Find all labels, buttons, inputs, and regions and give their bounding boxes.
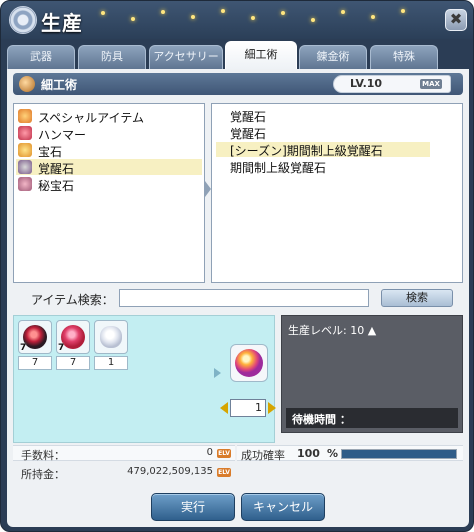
search-label: アイテム検索： xyxy=(31,293,114,307)
section-title: 細工術 xyxy=(41,78,78,92)
tab-armor[interactable]: 防具 xyxy=(78,45,146,69)
window-title: 生産 xyxy=(41,11,83,35)
success-rate-unit: % xyxy=(327,447,339,460)
close-button[interactable]: ✖ xyxy=(445,9,467,31)
tab-alchemy[interactable]: 錬金術 xyxy=(299,45,367,69)
production-level: 生産レベル: 10 ▲ xyxy=(288,324,377,337)
title-bar[interactable]: 生産 ✖ xyxy=(1,1,473,39)
category-item-special[interactable]: スペシャルアイテム xyxy=(16,108,202,125)
secret-gem-icon xyxy=(18,177,32,191)
gear-icon xyxy=(9,6,37,34)
elv-currency-icon: ELV xyxy=(217,449,231,458)
category-label: スペシャルアイテム xyxy=(38,111,144,125)
gem-icon xyxy=(18,143,32,157)
tab-bar: 武器 防具 アクセサリー 細工術 錬金術 特殊 xyxy=(7,41,469,69)
max-badge: MAX xyxy=(420,79,442,89)
category-item-hammer[interactable]: ハンマー xyxy=(16,125,202,142)
quantity-increase-button[interactable] xyxy=(268,402,276,414)
category-item-gem[interactable]: 宝石 xyxy=(16,142,202,159)
quantity-decrease-button[interactable] xyxy=(220,402,228,414)
tab-accessories[interactable]: アクセサリー xyxy=(149,45,223,69)
material-slot[interactable]: 7 xyxy=(56,320,90,354)
success-rate-row: 成功確率 100 % xyxy=(237,445,463,462)
category-label: 宝石 xyxy=(38,145,63,159)
elv-currency-icon: ELV xyxy=(217,468,231,477)
cancel-button[interactable]: キャンセル xyxy=(241,493,325,521)
material-count: 7 xyxy=(18,356,52,370)
success-rate-label: 成功確率 xyxy=(241,449,285,462)
material-count: 1 xyxy=(94,356,128,370)
fee-label: 手数料： xyxy=(21,449,65,462)
fee-row: 手数料： 0 ELV xyxy=(13,445,235,462)
level-indicator: LV.10 MAX xyxy=(333,75,451,93)
category-label: 覚醒石 xyxy=(38,162,75,176)
arrow-right-icon xyxy=(214,368,221,378)
result-item-selected[interactable]: [シーズン]期間制上級覚醒石 xyxy=(216,142,430,158)
success-rate-value: 100 xyxy=(297,447,320,460)
star-icon xyxy=(18,109,32,123)
money-label: 所持金： xyxy=(21,468,65,481)
white-item-icon xyxy=(100,326,122,348)
result-item[interactable]: 期間制上級覚醒石 xyxy=(216,159,430,175)
tab-weapons[interactable]: 武器 xyxy=(7,45,75,69)
result-list[interactable]: 覚醒石 覚醒石 [シーズン]期間制上級覚醒石 期間制上級覚醒石 xyxy=(211,103,463,283)
level-text: LV.10 xyxy=(350,77,383,90)
success-rate-bar xyxy=(341,449,457,459)
tab-crafting[interactable]: 細工術 xyxy=(225,41,297,69)
pink-crystal-icon xyxy=(61,325,85,349)
awakening-stone-icon xyxy=(18,160,32,174)
material-slot[interactable] xyxy=(94,320,128,354)
dark-crystal-icon xyxy=(23,325,47,349)
string-lights xyxy=(91,1,431,31)
wait-time-label: 待機時間 ： xyxy=(292,413,351,426)
search-input[interactable] xyxy=(119,289,369,307)
category-item-awakening-stone[interactable]: 覚醒石 xyxy=(16,159,202,176)
material-badge: 7 xyxy=(20,343,27,353)
category-label: 秘宝石 xyxy=(38,179,75,193)
category-item-secret-gem[interactable]: 秘宝石 xyxy=(16,176,202,193)
materials-area: 7 7 7 7 1 1 xyxy=(13,315,276,443)
quantity-input[interactable]: 1 xyxy=(230,399,266,417)
tab-special[interactable]: 特殊 xyxy=(370,45,438,69)
success-rate-fill xyxy=(342,450,456,458)
hammer-icon xyxy=(18,126,32,140)
crafting-icon xyxy=(19,76,35,92)
awakening-stone-icon xyxy=(235,349,263,377)
material-badge: 7 xyxy=(58,343,65,353)
result-item[interactable]: 覚醒石 xyxy=(216,125,430,141)
execute-button[interactable]: 実行 xyxy=(151,493,235,521)
money-row: 所持金： 479,022,509,135 ELV xyxy=(13,465,235,481)
search-button[interactable]: 検索 xyxy=(381,289,453,307)
material-slot[interactable]: 7 xyxy=(18,320,52,354)
fee-value: 0 xyxy=(206,447,213,458)
info-panel: 生産レベル: 10 ▲ 待機時間 ： xyxy=(281,315,463,433)
crafting-panel: 細工術 LV.10 MAX スペシャルアイテム ハンマー 宝石 覚醒石 秘宝石 … xyxy=(7,69,469,527)
category-label: ハンマー xyxy=(38,128,87,142)
material-count: 7 xyxy=(56,356,90,370)
category-list[interactable]: スペシャルアイテム ハンマー 宝石 覚醒石 秘宝石 xyxy=(13,103,205,283)
wait-time-bar: 待機時間 ： xyxy=(286,408,458,428)
result-slot[interactable] xyxy=(230,344,268,382)
result-item[interactable]: 覚醒石 xyxy=(216,108,430,124)
section-header: 細工術 LV.10 MAX xyxy=(13,73,463,95)
money-value: 479,022,509,135 xyxy=(127,466,213,477)
production-window: 生産 ✖ 武器 防具 アクセサリー 細工術 錬金術 特殊 細工術 LV.10 M… xyxy=(0,0,474,532)
